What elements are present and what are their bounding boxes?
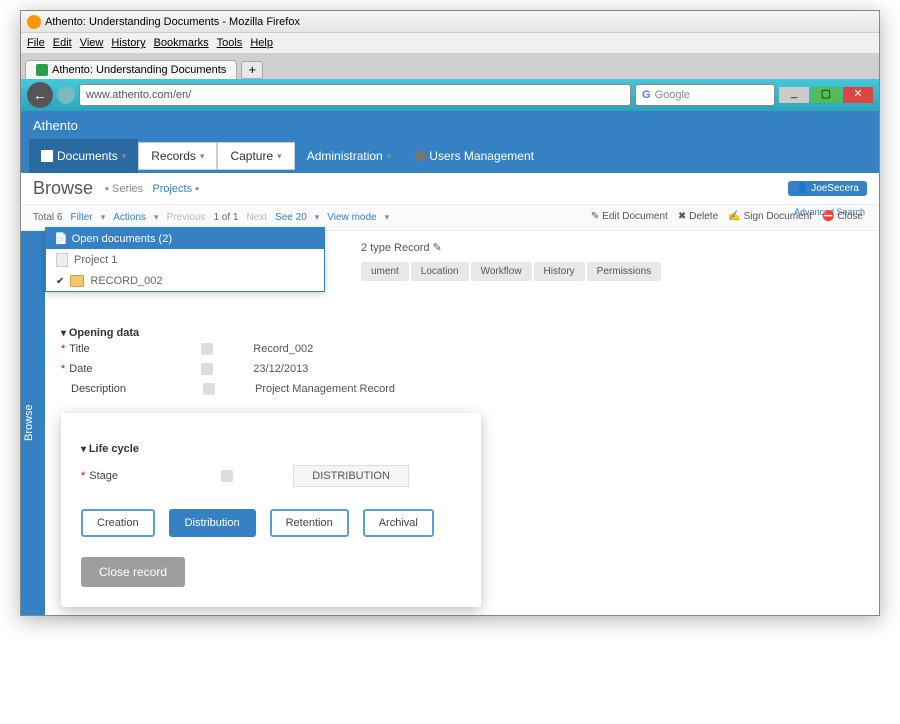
window-controls: _ ▢ ✕ [779, 87, 873, 103]
close-document[interactable]: ⛔ Close [822, 211, 863, 222]
menu-bookmarks[interactable]: Bookmarks [154, 37, 209, 49]
titlebar: Athento: Understanding Documents - Mozil… [21, 11, 879, 33]
menu-edit[interactable]: Edit [53, 37, 72, 49]
opening-data-header: Opening data [61, 327, 863, 339]
stage-row: Creation Distribution Retention Archival [81, 509, 461, 537]
actions-link[interactable]: Actions [113, 212, 146, 223]
back-button[interactable]: ← [27, 82, 53, 108]
lock-icon [415, 151, 425, 161]
address-toolbar: ← www.athento.com/en/ G Google _ ▢ ✕ [21, 79, 879, 111]
menu-file[interactable]: File [27, 37, 45, 49]
main-column: ✎ Edit Document ✖ Delete ✍ Sign Document… [45, 231, 879, 615]
subtab-history[interactable]: History [534, 262, 585, 281]
globe-icon [57, 86, 75, 104]
document-type-label: 2 type Record ✎ [361, 239, 863, 256]
open-documents-header: 📄 Open documents (2) [46, 228, 324, 249]
stage-value: DISTRIBUTION [293, 465, 409, 487]
nav-administration[interactable]: Administration ▾ [295, 139, 404, 173]
browser-window: Athento: Understanding Documents - Mozil… [20, 10, 880, 616]
edit-icon[interactable]: ✎ [433, 242, 442, 254]
athento-favicon [36, 64, 48, 76]
field-date: *Date 23/12/2013 [61, 359, 863, 379]
browse-bar: Browse ▪ Series Projects ▪ 👤 JoeSecera A… [21, 173, 879, 205]
subtab-workflow[interactable]: Workflow [471, 262, 532, 281]
info-icon [201, 343, 213, 355]
breadcrumb: ▪ Series Projects ▪ [105, 183, 199, 195]
page-title: Browse [33, 178, 93, 199]
subtab-document[interactable]: ument [361, 262, 409, 281]
browser-tab[interactable]: Athento: Understanding Documents [25, 60, 237, 79]
field-title: *Title Record_002 [61, 339, 863, 359]
lifecycle-header: Life cycle [81, 443, 461, 455]
info-icon [203, 383, 215, 395]
menu-history[interactable]: History [111, 37, 145, 49]
document-icon [56, 253, 68, 267]
tab-label: Athento: Understanding Documents [52, 64, 226, 76]
nav-records[interactable]: Records ▾ [138, 142, 217, 170]
chevron-down-icon: ▾ [200, 151, 205, 162]
menu-help[interactable]: Help [250, 37, 273, 49]
browser-search[interactable]: G Google [635, 84, 775, 106]
menu-view[interactable]: View [80, 37, 104, 49]
doc-actions: ✎ Edit Document ✖ Delete ✍ Sign Document… [591, 211, 863, 222]
open-documents-popup: 📄 Open documents (2) Project 1 RECORD_00… [45, 227, 325, 292]
stage-distribution[interactable]: Distribution [169, 509, 256, 537]
body-area: Browse ✎ Edit Document ✖ Delete ✍ Sign D… [21, 231, 879, 615]
close-record-button[interactable]: Close record [81, 557, 185, 587]
prev-page[interactable]: Previous [167, 212, 206, 223]
total-count: Total 6 [33, 212, 62, 223]
delete-document[interactable]: ✖ Delete [678, 211, 718, 222]
brand-bar: Athento [21, 111, 879, 139]
google-icon: G [642, 89, 651, 101]
documents-icon [41, 150, 53, 162]
field-stage: *Stage DISTRIBUTION [81, 461, 461, 491]
close-window-button[interactable]: ✕ [843, 87, 873, 103]
info-icon [221, 470, 233, 482]
nav-documents[interactable]: Documents ▾ [29, 139, 138, 173]
page-indicator: 1 of 1 [213, 212, 238, 223]
user-badge[interactable]: 👤 JoeSecera [788, 181, 867, 196]
firefox-icon [27, 15, 41, 29]
menu-tools[interactable]: Tools [217, 37, 243, 49]
nav-users-management[interactable]: Users Management [403, 139, 546, 173]
info-icon [201, 363, 213, 375]
view-mode[interactable]: View mode [327, 212, 376, 223]
subtab-location[interactable]: Location [411, 262, 469, 281]
window-title: Athento: Understanding Documents - Mozil… [45, 16, 300, 28]
edit-document[interactable]: ✎ Edit Document [591, 211, 668, 222]
next-page[interactable]: Next [247, 212, 268, 223]
open-doc-item[interactable]: Project 1 [46, 249, 324, 271]
subtab-permissions[interactable]: Permissions [587, 262, 661, 281]
side-tab-browse[interactable]: Browse [21, 231, 45, 615]
menubar: File Edit View History Bookmarks Tools H… [21, 33, 879, 53]
filter-link[interactable]: Filter [70, 212, 92, 223]
folder-icon [70, 275, 84, 287]
stage-archival[interactable]: Archival [363, 509, 434, 537]
url-input[interactable]: www.athento.com/en/ [79, 84, 631, 106]
chevron-down-icon: ▾ [122, 151, 127, 162]
nav-ribbon: Documents ▾ Records ▾ Capture ▾ Administ… [21, 139, 879, 173]
brand-logo: Athento [33, 118, 78, 133]
lifecycle-card: Life cycle *Stage DISTRIBUTION Creation … [61, 413, 481, 607]
open-doc-item-selected[interactable]: RECORD_002 [46, 271, 324, 291]
nav-capture[interactable]: Capture ▾ [217, 142, 294, 170]
new-tab-button[interactable]: + [241, 61, 263, 79]
chevron-down-icon: ▾ [277, 151, 282, 162]
sign-document[interactable]: ✍ Sign Document [728, 211, 812, 222]
field-description: Description Project Management Record [61, 379, 863, 399]
chevron-down-icon: ▾ [387, 151, 392, 162]
crumb-projects[interactable]: Projects [152, 183, 192, 195]
see-count[interactable]: See 20 [275, 212, 307, 223]
stage-creation[interactable]: Creation [81, 509, 155, 537]
stage-retention[interactable]: Retention [270, 509, 349, 537]
maximize-button[interactable]: ▢ [811, 87, 841, 103]
tabbar: Athento: Understanding Documents + [21, 53, 879, 79]
minimize-button[interactable]: _ [779, 87, 809, 103]
tab-row: ument Location Workflow History Permissi… [361, 262, 863, 281]
